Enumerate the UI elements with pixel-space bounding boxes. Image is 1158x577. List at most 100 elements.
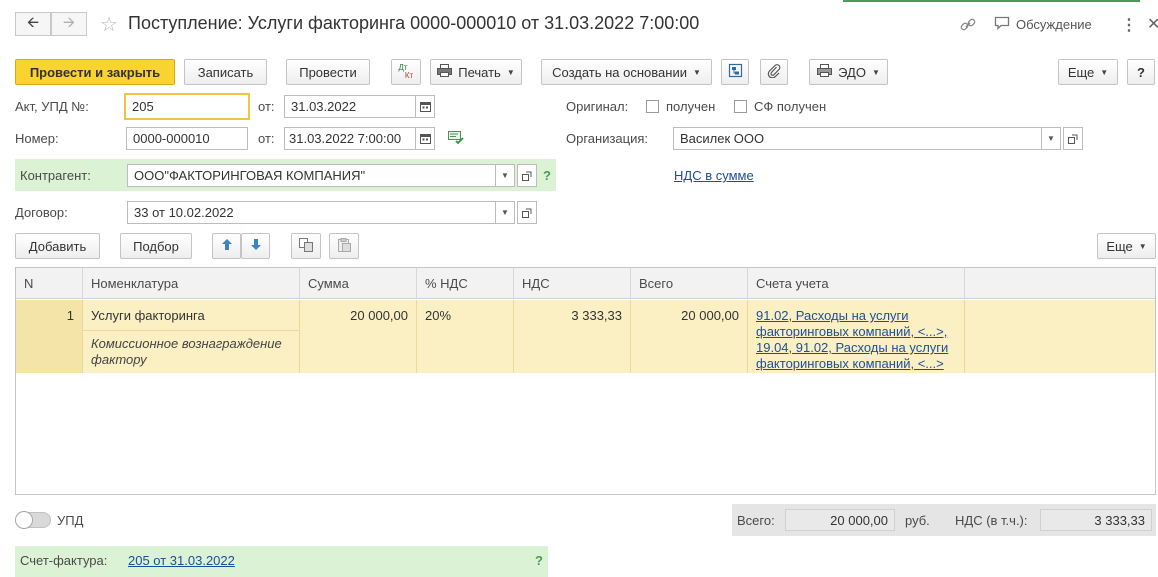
cell-item-comment: Комиссионное вознаграждение фактору xyxy=(91,336,282,367)
cell-vat-rate[interactable]: 20% xyxy=(417,300,514,373)
open-icon[interactable] xyxy=(1063,127,1083,150)
upd-label: УПД xyxy=(57,513,84,528)
sf-received-checkbox[interactable] xyxy=(734,100,747,113)
active-tab-indicator xyxy=(843,0,1140,2)
back-arrow-icon: 🡨 xyxy=(26,13,40,31)
structure-button[interactable] xyxy=(721,59,749,85)
chevron-down-icon: ▼ xyxy=(1138,241,1147,251)
calendar-icon[interactable] xyxy=(415,127,435,150)
act-date-input[interactable]: 31.03.2022 xyxy=(284,95,416,118)
invoice-help-icon[interactable]: ? xyxy=(535,553,543,568)
dtkt-button[interactable]: Дт Кт xyxy=(391,59,421,85)
cell-n[interactable]: 1 xyxy=(16,300,83,373)
edo-button[interactable]: ЭДО ▼ xyxy=(809,59,888,85)
cell-amount[interactable]: 20 000,00 xyxy=(300,300,417,373)
star-icon[interactable]: ☆ xyxy=(100,12,118,37)
chevron-down-icon: ▼ xyxy=(506,67,515,77)
link-icon[interactable] xyxy=(959,16,977,34)
post-button[interactable]: Провести xyxy=(286,59,370,85)
paste-button[interactable] xyxy=(329,233,359,259)
save-button[interactable]: Записать xyxy=(184,59,267,85)
col-header-item[interactable]: Номенклатура xyxy=(83,268,300,299)
arrow-down-icon xyxy=(250,238,262,254)
upd-toggle[interactable] xyxy=(15,511,51,529)
add-row-button[interactable]: Добавить xyxy=(15,233,100,259)
col-header-amount[interactable]: Сумма xyxy=(300,268,417,299)
contract-input[interactable]: 33 от 10.02.2022 xyxy=(127,201,497,224)
vat-total-value: 3 333,33 xyxy=(1040,509,1152,531)
move-down-button[interactable] xyxy=(241,233,270,259)
paste-icon xyxy=(337,237,351,255)
cell-vat[interactable]: 3 333,33 xyxy=(514,300,631,373)
pick-button[interactable]: Подбор xyxy=(120,233,192,259)
copy-button[interactable] xyxy=(291,233,321,259)
organization-label: Организация: xyxy=(566,131,649,146)
currency-label: руб. xyxy=(905,513,930,528)
cell-accounts[interactable]: 91.02, Расходы на услуги факторинговых к… xyxy=(748,300,965,373)
organization-input[interactable]: Василек ООО xyxy=(673,127,1043,150)
attach-button[interactable] xyxy=(760,59,788,85)
dtkt-icon: Дт Кт xyxy=(398,63,414,80)
invoice-label: Счет-фактура: xyxy=(20,553,108,568)
chevron-down-icon[interactable]: ▼ xyxy=(1041,127,1061,150)
received-checkbox[interactable] xyxy=(646,100,659,113)
account-link-line[interactable]: факторинговых компаний, <...> xyxy=(756,356,956,372)
move-up-button[interactable] xyxy=(212,233,241,259)
counterparty-input[interactable]: ООО"ФАКТОРИНГОВАЯ КОМПАНИЯ" xyxy=(127,164,497,187)
received-label: получен xyxy=(666,99,716,114)
total-label: Всего: xyxy=(737,513,775,528)
copy-icon xyxy=(299,237,313,255)
chevron-down-icon[interactable]: ▼ xyxy=(495,164,515,187)
cell-item[interactable]: Услуги факторинга Комиссионное вознаграж… xyxy=(83,300,300,373)
toggle-knob xyxy=(15,511,33,529)
kebab-icon[interactable]: ⋮ xyxy=(1121,15,1137,35)
col-header-n[interactable]: N xyxy=(16,268,83,299)
discuss-label: Обсуждение xyxy=(1016,17,1092,32)
print-button[interactable]: Печать ▼ xyxy=(430,59,522,85)
number-date-label: от: xyxy=(258,131,275,146)
chat-icon xyxy=(994,16,1010,33)
calendar-icon[interactable] xyxy=(415,95,435,118)
col-header-vat[interactable]: НДС xyxy=(514,268,631,299)
sf-received-label: СФ получен xyxy=(754,99,827,114)
total-value: 20 000,00 xyxy=(785,509,895,531)
act-date-label: от: xyxy=(258,99,275,114)
number-date-input[interactable]: 31.03.2022 7:00:00 xyxy=(284,127,416,150)
create-based-on-button[interactable]: Создать на основании ▼ xyxy=(541,59,712,85)
account-link-line[interactable]: 19.04, 91.02, Расходы на услуги xyxy=(756,340,956,356)
totals-panel: Всего: 20 000,00 руб. НДС (в т.ч.): 3 33… xyxy=(732,504,1156,536)
post-and-close-button[interactable]: Провести и закрыть xyxy=(15,59,175,85)
vat-in-amount-link[interactable]: НДС в сумме xyxy=(674,168,754,183)
col-header-accounts[interactable]: Счета учета xyxy=(748,268,965,299)
message-check-icon[interactable] xyxy=(448,131,464,148)
goods-table[interactable]: N Номенклатура Сумма % НДС НДС Всего Сче… xyxy=(15,267,1156,495)
open-icon[interactable] xyxy=(517,164,537,187)
chevron-down-icon[interactable]: ▼ xyxy=(495,201,515,224)
number-input[interactable]: 0000-000010 xyxy=(126,127,248,150)
invoice-link[interactable]: 205 от 31.03.2022 xyxy=(128,553,235,568)
forward-button[interactable]: 🡪 xyxy=(51,12,87,36)
open-icon[interactable] xyxy=(517,201,537,224)
printer-icon xyxy=(437,64,453,80)
chevron-down-icon: ▼ xyxy=(871,67,880,77)
act-number-input[interactable]: 205 xyxy=(124,93,250,120)
arrow-up-icon xyxy=(221,238,233,254)
page-title: Поступление: Услуги факторинга 0000-0000… xyxy=(128,13,700,33)
close-icon[interactable]: ✕ xyxy=(1147,14,1158,34)
col-header-vat-rate[interactable]: % НДС xyxy=(417,268,514,299)
window-top-strip xyxy=(0,0,1158,3)
back-button[interactable]: 🡨 xyxy=(15,12,51,36)
more-button[interactable]: Еще ▼ xyxy=(1058,59,1118,85)
account-link-line[interactable]: факторинговых компаний, <...>, xyxy=(756,324,956,340)
number-label: Номер: xyxy=(15,131,59,146)
act-label: Акт, УПД №: xyxy=(15,99,89,114)
counterparty-help-icon[interactable]: ? xyxy=(543,168,551,183)
chevron-down-icon: ▼ xyxy=(692,67,701,77)
discuss-button[interactable]: Обсуждение xyxy=(994,16,1092,33)
help-button[interactable]: ? xyxy=(1127,59,1155,85)
contract-label: Договор: xyxy=(15,205,68,220)
table-more-button[interactable]: Еще ▼ xyxy=(1097,233,1156,259)
cell-total[interactable]: 20 000,00 xyxy=(631,300,748,373)
account-link-line[interactable]: 91.02, Расходы на услуги xyxy=(756,308,956,324)
col-header-total[interactable]: Всего xyxy=(631,268,748,299)
